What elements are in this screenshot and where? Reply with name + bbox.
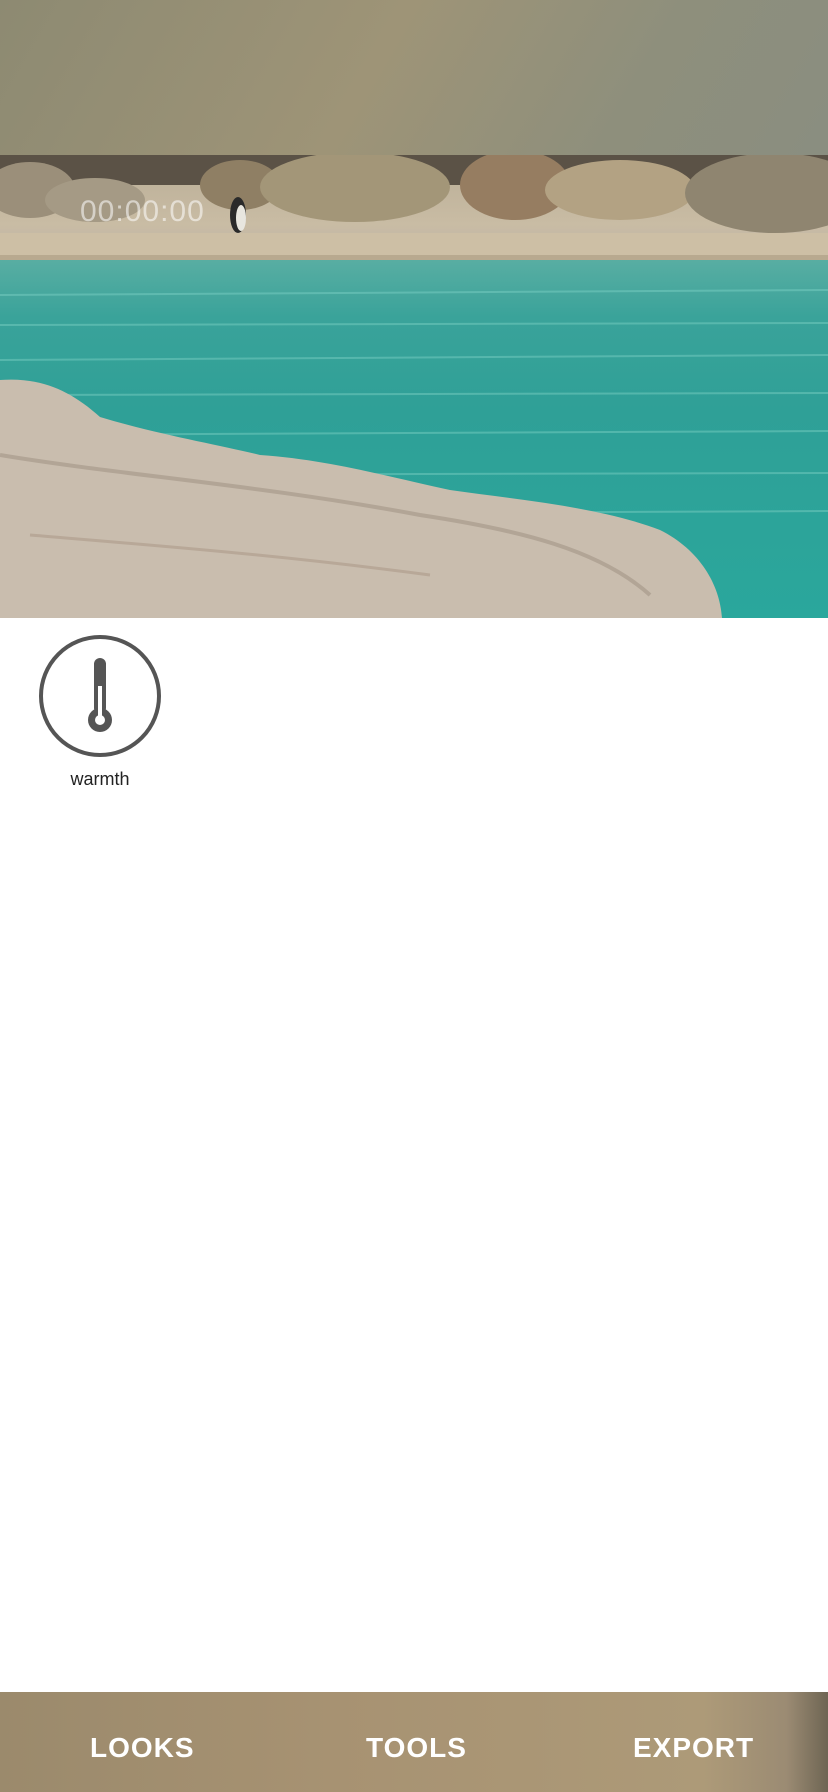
tool-warmth[interactable]: warmth bbox=[39, 635, 161, 790]
video-preview[interactable]: 00:00:00 bbox=[0, 155, 828, 618]
timecode: 00:00:00 bbox=[80, 195, 205, 228]
tools-button[interactable]: TOOLS bbox=[366, 1732, 467, 1764]
bottom-nav: LOOKS TOOLS EXPORT bbox=[0, 1692, 828, 1792]
tool-warmth-label: warmth bbox=[70, 769, 130, 789]
looks-button[interactable]: LOOKS bbox=[90, 1732, 195, 1764]
thermometer-icon bbox=[88, 658, 112, 732]
top-bar bbox=[0, 0, 828, 155]
tool-warmth-circle[interactable] bbox=[39, 635, 161, 757]
export-button[interactable]: EXPORT bbox=[633, 1732, 754, 1764]
